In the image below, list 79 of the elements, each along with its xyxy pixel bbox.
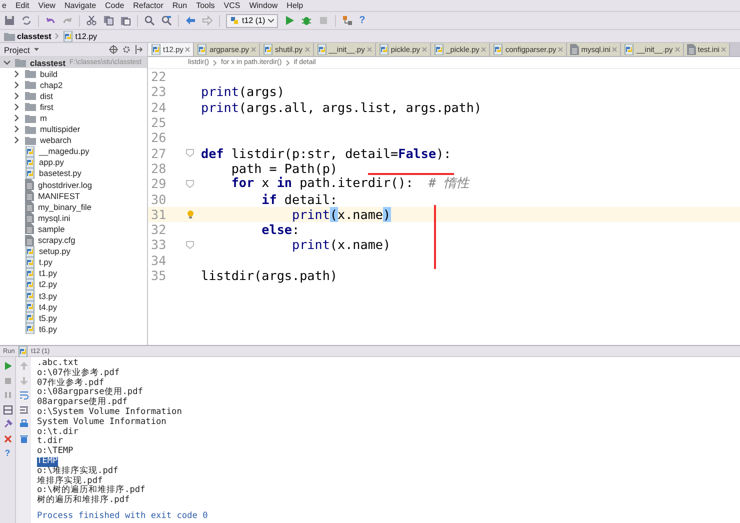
code-line: for x in path.iterdir(): # 惰性 [230, 175, 470, 192]
menu-item[interactable]: VCS [224, 1, 240, 10]
tree-item[interactable]: MANIFEST [0, 190, 147, 202]
tree-item[interactable]: t3.py [0, 290, 147, 302]
line-number: 32 [150, 222, 168, 238]
console-output-line: o:\System Volume Information [37, 408, 182, 417]
line-number: 26 [150, 130, 168, 146]
line-number: 30 [150, 192, 168, 207]
console-output-line: 树的遍历和堆排序.pdf [37, 496, 130, 506]
tree-item[interactable]: ghostdriver.log [0, 179, 147, 190]
console-output-line: o:\堆排序实现.pdf [37, 466, 118, 476]
menu-item[interactable]: Code [105, 1, 124, 10]
tree-item[interactable]: mysql.ini [0, 212, 147, 224]
line-number: 33 [150, 237, 168, 252]
tree-item[interactable]: m [0, 112, 147, 124]
process-exit-message: Process finished with exit code 0 [37, 512, 208, 522]
code-line: else: [260, 222, 300, 238]
menu-item[interactable]: Window [249, 1, 278, 10]
code-line: print(x.name) [290, 206, 391, 222]
code-line: if detail: [260, 192, 338, 207]
tree-item[interactable]: t.py [0, 256, 147, 268]
code-line: path = Path(p) [230, 160, 338, 176]
tree-item[interactable]: scrapy.cfg [0, 234, 147, 246]
menu-item[interactable]: Tools [196, 1, 215, 10]
menu-item[interactable]: e [2, 1, 6, 10]
console-output-line: System Volume Information [37, 418, 166, 427]
tree-item[interactable]: webarch [0, 134, 147, 146]
console-output-line: 08argparse使用.pdf [37, 398, 128, 408]
tree-item[interactable]: build [0, 68, 147, 80]
menu-item[interactable]: Edit [15, 1, 30, 10]
tree-item[interactable]: first [0, 101, 147, 112]
tree-item[interactable]: chap2 [0, 79, 147, 90]
tree-item[interactable]: t5.py [0, 312, 147, 324]
tree-item[interactable]: basetest.py [0, 168, 147, 180]
console-output-line: o:\08argparse使用.pdf [37, 388, 143, 398]
console-output-line: .abc.txt [37, 359, 78, 368]
menu-item[interactable]: Refactor [133, 1, 164, 10]
tree-item[interactable]: t1.py [0, 268, 147, 279]
console-output-line: o:\t.dir [37, 428, 78, 437]
tree-item[interactable]: t6.py [0, 323, 147, 334]
tree-item[interactable]: t4.py [0, 301, 147, 312]
line-number: 28 [150, 160, 168, 176]
tree-item[interactable]: my_binary_file [0, 201, 147, 212]
tree-item[interactable]: setup.py [0, 246, 147, 257]
tree-item[interactable]: t2.py [0, 278, 147, 290]
console-output-line: 07作业参考.pdf [37, 378, 104, 388]
line-number: 34 [150, 252, 168, 268]
tree-item[interactable]: __magedu.py [0, 146, 147, 157]
console-output-line: o:\07作业参考.pdf [37, 368, 120, 378]
tree-item[interactable]: dist [0, 90, 147, 102]
project-panel-title[interactable]: Project [4, 44, 30, 54]
line-number: 31 [150, 206, 168, 222]
code-line: print(args.all, args.list, args.path) [201, 100, 482, 115]
menu-item[interactable]: View [38, 1, 56, 10]
line-number: 23 [150, 84, 168, 100]
console-output-line: o:\树的遍历和堆排序.pdf [37, 486, 146, 496]
tree-item[interactable]: multispider [0, 124, 147, 135]
console-output-line: 堆排序实现.pdf [37, 476, 103, 486]
tree-item[interactable]: sample [0, 223, 147, 234]
tree-item[interactable]: app.py [0, 156, 147, 168]
line-number: 35 [150, 268, 168, 283]
breadcrumb-item[interactable]: t12.py [63, 30, 98, 42]
line-number: 25 [150, 115, 168, 130]
code-line: def listdir(p:str, detail=False): [201, 146, 452, 161]
console-output-line: t.dir [37, 437, 63, 446]
menu-item[interactable]: Help [286, 1, 304, 10]
code-line: print(args) [201, 84, 284, 100]
menu-item[interactable]: Navigate [64, 1, 96, 10]
breadcrumb-item[interactable]: classtest [4, 32, 52, 40]
line-number: 24 [150, 100, 168, 115]
line-number: 22 [150, 69, 168, 84]
tree-item-label: classtest [30, 58, 66, 68]
menu-item[interactable]: Run [172, 1, 188, 10]
line-number: 29 [150, 176, 168, 192]
line-number: 27 [150, 146, 168, 161]
console-output-line: o:\TEMP [37, 447, 74, 457]
run-configuration-dropdown[interactable]: t12 (1) [226, 14, 278, 28]
code-line: print(x.name) [290, 237, 391, 252]
code-line: listdir(args.path) [201, 268, 338, 283]
